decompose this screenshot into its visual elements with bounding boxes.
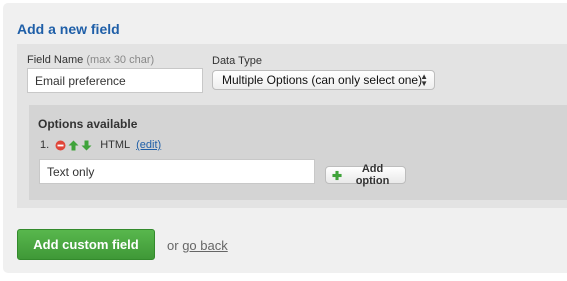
add-option-button[interactable]: Add option — [325, 163, 406, 187]
move-down-icon[interactable] — [81, 140, 92, 151]
page-title: Add a new field — [17, 21, 120, 37]
data-type-label: Data Type — [212, 55, 262, 67]
edit-option-link[interactable]: (edit) — [136, 139, 161, 151]
add-custom-field-button[interactable]: Add custom field — [17, 229, 155, 260]
field-name-hint: (max 30 char) — [86, 54, 155, 66]
option-item: 1. HTML (edit) — [40, 138, 161, 152]
move-up-icon[interactable] — [68, 140, 79, 151]
add-option-label: Add option — [355, 163, 390, 187]
remove-icon[interactable] — [55, 140, 66, 151]
select-arrows-icon: ▲ ▼ — [420, 72, 428, 88]
field-name-label: Field Name (max 30 char) — [27, 54, 154, 66]
go-back-link[interactable]: go back — [182, 238, 228, 253]
or-text: or — [167, 238, 179, 253]
data-type-selected-value: Multiple Options (can only select one) — [222, 73, 423, 87]
data-type-select[interactable]: Multiple Options (can only select one) ▲… — [212, 70, 435, 90]
field-name-label-text: Field Name — [27, 54, 84, 66]
option-number: 1. — [40, 139, 50, 151]
field-name-input[interactable] — [27, 68, 203, 93]
options-title: Options available — [38, 117, 138, 131]
plus-icon — [332, 170, 342, 180]
new-option-input[interactable] — [39, 159, 315, 184]
go-back-text: or go back — [167, 238, 228, 253]
option-name: HTML — [100, 139, 131, 151]
